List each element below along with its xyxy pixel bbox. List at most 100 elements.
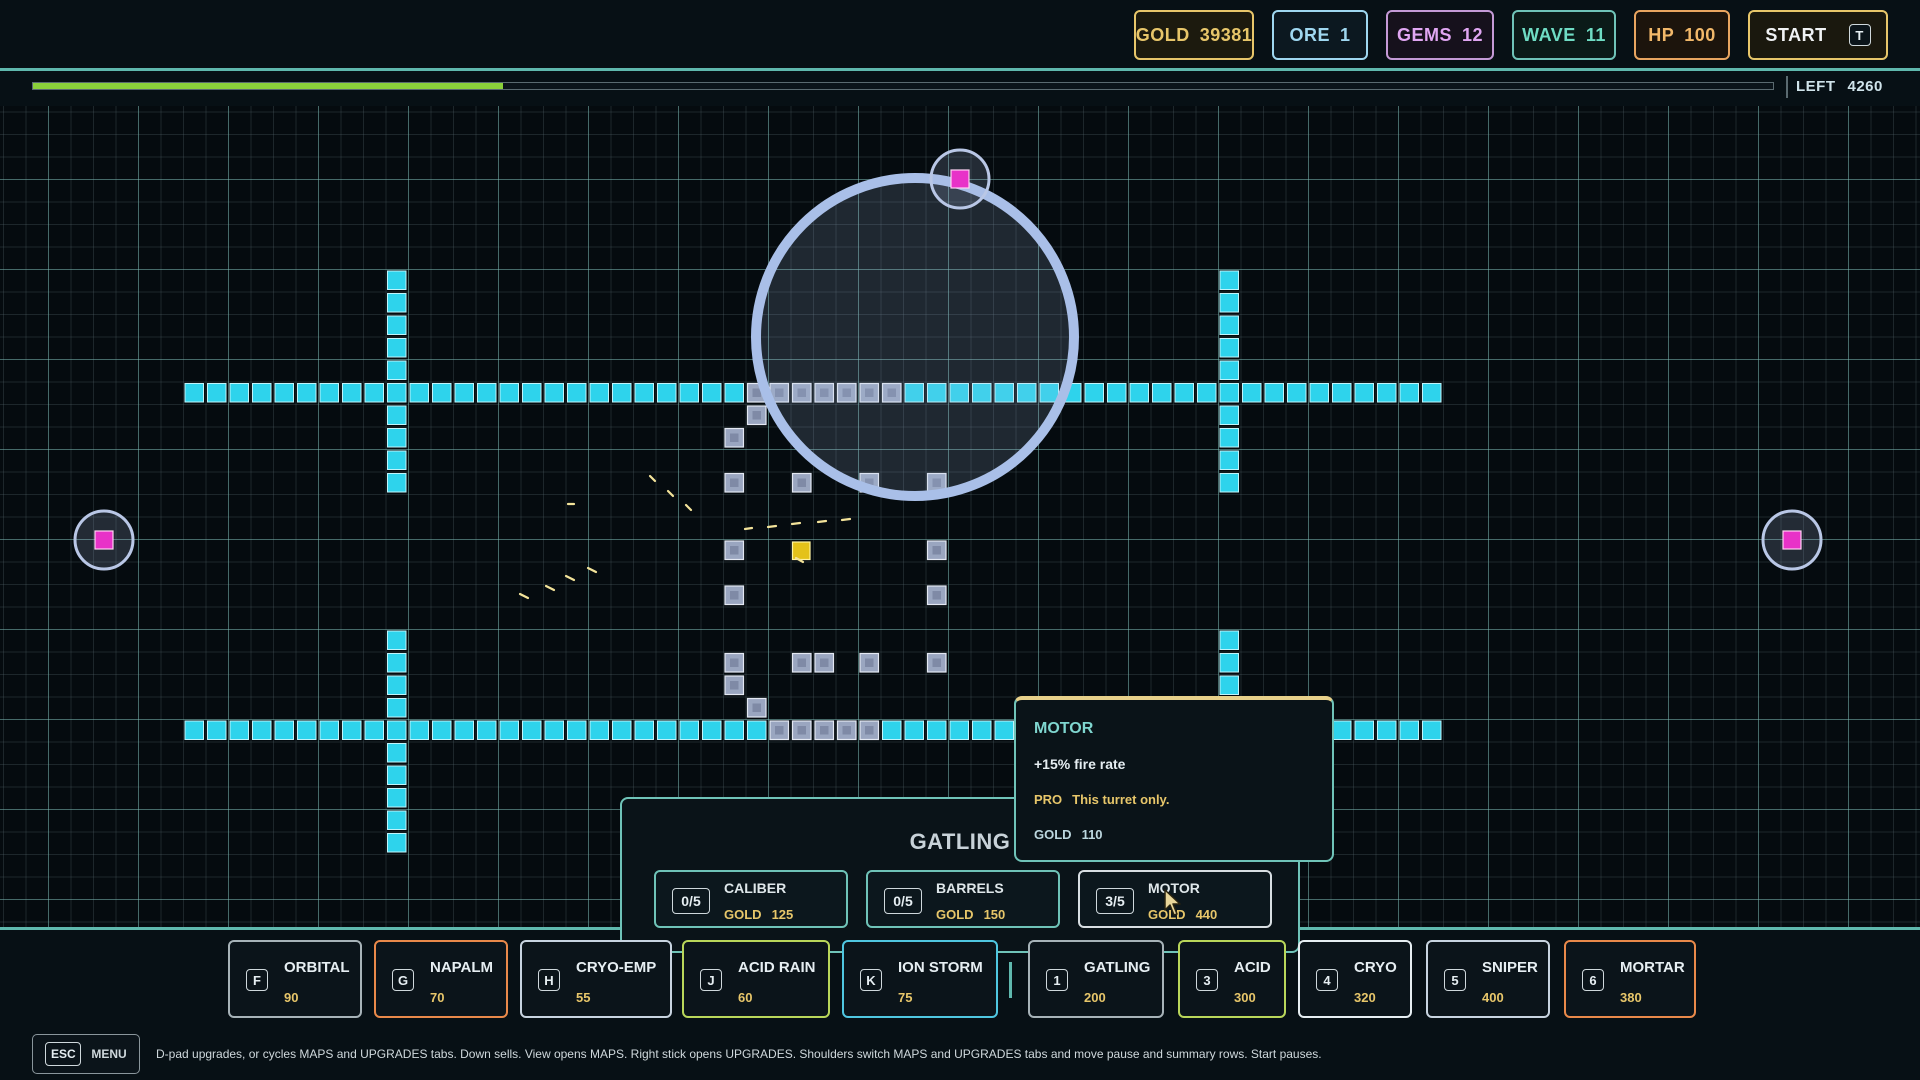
path-tile [589, 720, 609, 740]
turret[interactable] [724, 585, 745, 606]
turret[interactable] [724, 472, 745, 493]
path-tile [1332, 720, 1352, 740]
turret-core [820, 658, 829, 667]
hp-counter: HP 100 [1634, 10, 1730, 60]
ability-acid-rain-button[interactable]: J ACID RAIN 60 [682, 940, 830, 1018]
gems-label: GEMS [1396, 24, 1452, 45]
turret[interactable] [769, 720, 790, 741]
build-sniper-button[interactable]: 5 SNIPER 400 [1426, 940, 1550, 1018]
ability-cryo-emp-button[interactable]: H CRYO-EMP 55 [520, 940, 672, 1018]
turret[interactable] [746, 405, 767, 426]
enemies-left: LEFT 4260 [1796, 78, 1883, 95]
base-core [791, 541, 811, 561]
ability-ion-storm-button[interactable]: K ION STORM 75 [842, 940, 998, 1018]
upgrade-barrels-button[interactable]: 0/5 BARRELS GOLD 150 [866, 870, 1060, 928]
path-tile [454, 383, 474, 403]
path-tile [1129, 383, 1149, 403]
path-tile [657, 720, 677, 740]
path-tile [229, 720, 249, 740]
turret[interactable] [791, 472, 812, 493]
ore-counter: ORE 1 [1272, 10, 1368, 60]
path-tile [1219, 315, 1239, 335]
toolbar-separator [1009, 962, 1012, 998]
path-tile [387, 450, 407, 470]
path-tile [1422, 720, 1442, 740]
ability-cost: 60 [738, 990, 753, 1005]
turret-name: CRYO [1354, 959, 1397, 976]
hp-value: 100 [1684, 24, 1716, 45]
turret-cost: 380 [1620, 990, 1642, 1005]
path-tile [319, 383, 339, 403]
path-tile [994, 720, 1014, 740]
turret[interactable] [926, 652, 947, 673]
path-tile [1377, 720, 1397, 740]
projectile [544, 584, 556, 592]
turret[interactable] [836, 720, 857, 741]
start-wave-button[interactable]: START T [1748, 10, 1888, 60]
turret[interactable] [859, 720, 880, 741]
turret-core [730, 433, 739, 442]
path-tile [747, 720, 767, 740]
ability-name: CRYO-EMP [576, 959, 657, 976]
build-gatling-button[interactable]: 1 GATLING 200 [1028, 940, 1164, 1018]
projectile [840, 517, 852, 522]
path-tile [477, 383, 497, 403]
turret[interactable] [791, 652, 812, 673]
turret-name: ACID [1234, 959, 1271, 976]
turret-name: SNIPER [1482, 959, 1538, 976]
path-tile [342, 720, 362, 740]
path-tile [184, 720, 204, 740]
range-circle [751, 173, 1079, 501]
path-tile [702, 720, 722, 740]
path-tile [634, 383, 654, 403]
path-tile [387, 428, 407, 448]
path-tile [387, 743, 407, 763]
path-tile [522, 720, 542, 740]
turret[interactable] [926, 540, 947, 561]
hotkey: K [860, 969, 882, 991]
path-tile [274, 720, 294, 740]
turret[interactable] [724, 675, 745, 696]
cost-currency: GOLD [724, 907, 762, 922]
menu-button[interactable]: ESC MENU [32, 1034, 140, 1074]
enemy-spawner [950, 169, 970, 189]
turret[interactable] [746, 697, 767, 718]
turret[interactable] [724, 540, 745, 561]
turret[interactable] [814, 652, 835, 673]
build-mortar-button[interactable]: 6 MORTAR 380 [1564, 940, 1696, 1018]
hud-divider [0, 68, 1920, 71]
turret[interactable] [724, 427, 745, 448]
path-tile [724, 720, 744, 740]
path-tile [657, 383, 677, 403]
path-tile [387, 338, 407, 358]
wave-counter: WAVE 11 [1512, 10, 1616, 60]
build-cryo-button[interactable]: 4 CRYO 320 [1298, 940, 1412, 1018]
turret[interactable] [791, 720, 812, 741]
turret[interactable] [926, 585, 947, 606]
turret[interactable] [859, 652, 880, 673]
path-tile [342, 383, 362, 403]
build-acid-button[interactable]: 3 ACID 300 [1178, 940, 1286, 1018]
wave-label: WAVE [1522, 24, 1576, 45]
enemies-left-value: 4260 [1847, 78, 1883, 95]
progress-separator [1786, 76, 1788, 98]
path-tile [679, 383, 699, 403]
ability-orbital-button[interactable]: F ORBITAL 90 [228, 940, 362, 1018]
turret[interactable] [724, 652, 745, 673]
path-tile [1219, 270, 1239, 290]
path-tile [387, 698, 407, 718]
path-tile [387, 720, 407, 740]
ability-name: ION STORM [898, 959, 983, 976]
path-tile [567, 720, 587, 740]
start-label: START [1765, 24, 1827, 45]
pro-text: This turret only. [1072, 792, 1170, 807]
turret[interactable] [814, 720, 835, 741]
spawn-portal [929, 148, 991, 210]
upgrade-caliber-button[interactable]: 0/5 CALIBER GOLD 125 [654, 870, 848, 928]
tooltip-title: MOTOR [1034, 720, 1094, 737]
wave-progress-fill [33, 83, 503, 89]
ability-napalm-button[interactable]: G NAPALM 70 [374, 940, 508, 1018]
ore-value: 1 [1340, 24, 1351, 45]
path-tile [207, 383, 227, 403]
path-tile [387, 810, 407, 830]
